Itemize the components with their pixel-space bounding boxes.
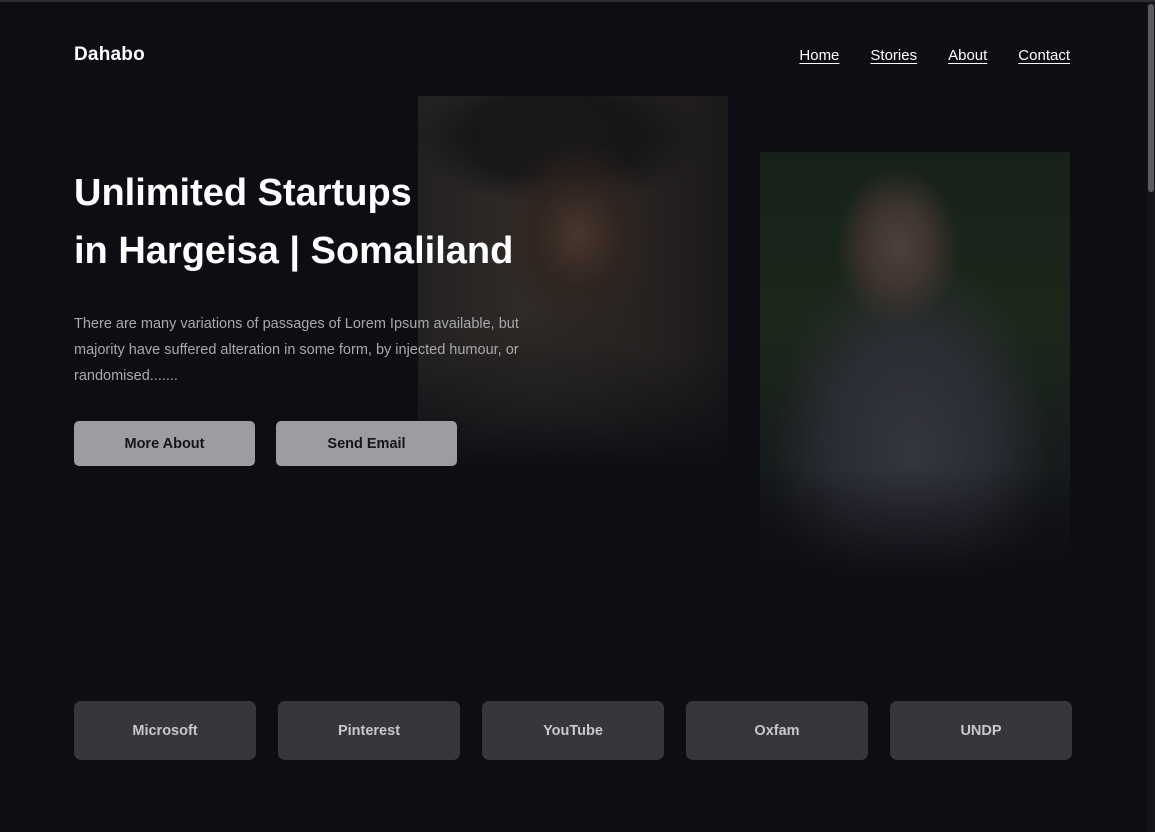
partner-microsoft[interactable]: Microsoft: [74, 701, 256, 760]
nav-stories-link[interactable]: Stories: [870, 47, 917, 64]
nav-about-link[interactable]: About: [948, 47, 987, 64]
landing-page: Dahabo Home Stories About Contact Unlimi…: [0, 0, 1155, 832]
partner-undp[interactable]: UNDP: [890, 701, 1072, 760]
hero-title-line-2: in Hargeisa | Somaliland: [74, 230, 514, 272]
nav-home-link[interactable]: Home: [799, 47, 839, 64]
hero-title-line-1: Unlimited Startups: [74, 172, 412, 214]
main-nav: Home Stories About Contact: [799, 47, 1070, 64]
nav-contact-link[interactable]: Contact: [1018, 47, 1070, 64]
partner-logos: Microsoft Pinterest YouTube Oxfam UNDP: [74, 701, 1072, 760]
hero-photo-man-in-cap: [418, 96, 728, 468]
hero-title: Unlimited Startups in Hargeisa | Somalil…: [74, 164, 634, 280]
hero-description: There are many variations of passages of…: [74, 316, 519, 384]
partner-oxfam[interactable]: Oxfam: [686, 701, 868, 760]
partner-youtube[interactable]: YouTube: [482, 701, 664, 760]
page-scrollbar[interactable]: [1147, 2, 1155, 832]
more-about-button[interactable]: More About: [74, 421, 255, 466]
send-email-button[interactable]: Send Email: [276, 421, 457, 466]
hero-photo-man-in-shirt: [760, 152, 1070, 577]
brand-logo[interactable]: Dahabo: [74, 44, 145, 66]
scrollbar-thumb[interactable]: [1148, 4, 1154, 192]
partner-pinterest[interactable]: Pinterest: [278, 701, 460, 760]
